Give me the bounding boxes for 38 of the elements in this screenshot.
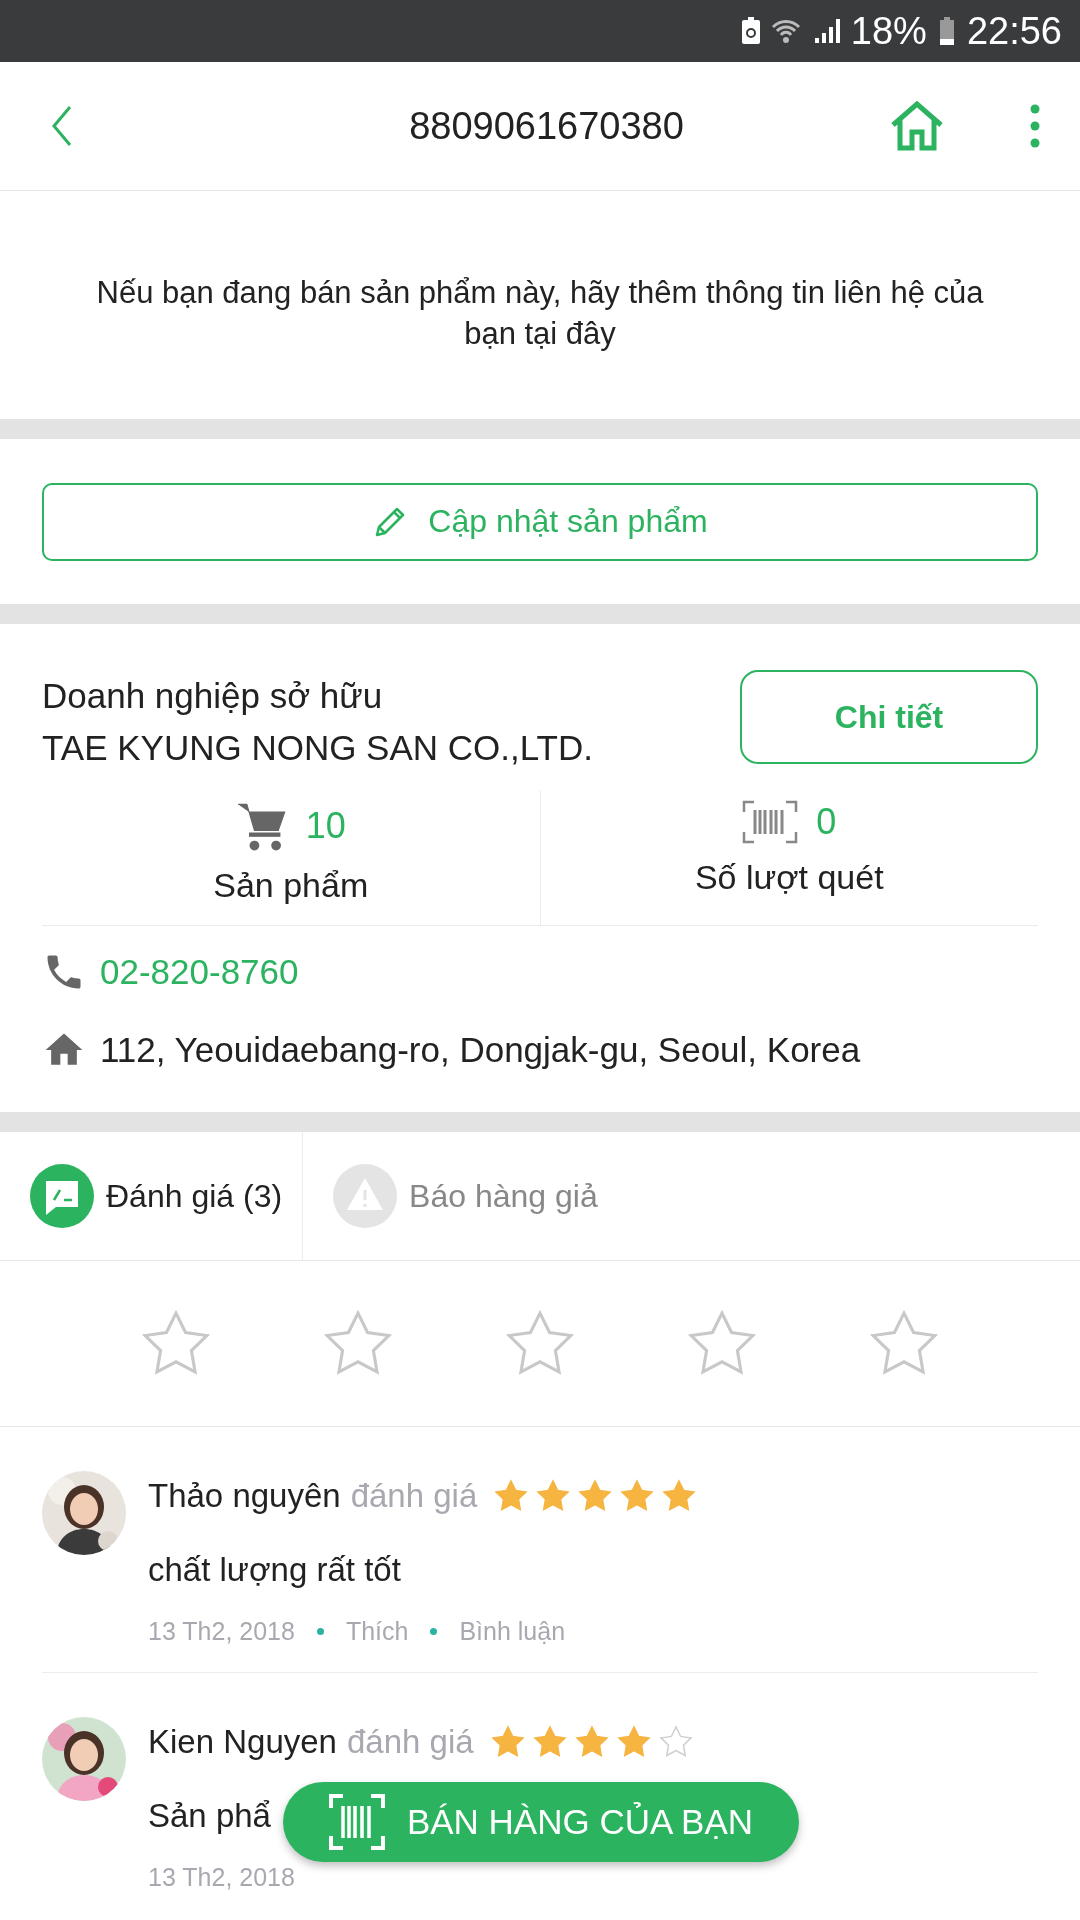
- clock: 22:56: [966, 9, 1062, 53]
- company-name: TAE KYUNG NONG SAN CO.,LTD.: [42, 728, 593, 768]
- update-product-button[interactable]: Cập nhật sản phẩm: [42, 482, 1038, 561]
- review-comment: chất lượng rất tốt: [148, 1551, 401, 1589]
- comment-link[interactable]: Bình luận: [459, 1617, 566, 1646]
- review-verb: đánh giá: [346, 1723, 474, 1761]
- barcode-icon: [328, 1794, 385, 1850]
- barcode-icon: [742, 800, 799, 844]
- stat-value: 0: [816, 801, 837, 843]
- more-icon[interactable]: [1030, 104, 1040, 148]
- dot-icon: [430, 1628, 438, 1635]
- address-text: 112, Yeouidaebang-ro, Dongjak-gu, Seoul, Korea: [100, 1030, 861, 1070]
- phone-link[interactable]: 02-820-8760: [100, 952, 299, 992]
- like-link[interactable]: Thích: [345, 1617, 409, 1646]
- review-date: 13 Th2, 2018: [148, 1863, 295, 1892]
- back-icon[interactable]: [50, 104, 74, 148]
- dot-icon: [316, 1628, 324, 1635]
- reviewer-name: Kien Nguyen: [148, 1723, 337, 1761]
- battery-saver-icon: [740, 17, 761, 45]
- stat-label: Số lượt quét: [694, 858, 884, 897]
- owner-label: Doanh nghiệp sở hữu: [42, 676, 384, 716]
- wifi-icon: [770, 17, 801, 45]
- battery-percent: 18%: [850, 9, 927, 53]
- detail-button[interactable]: Chi tiết: [740, 670, 1038, 764]
- review-verb: đánh giá: [350, 1477, 478, 1515]
- barcode-title: 8809061670380: [408, 104, 685, 148]
- review-comment: Sản phẩ: [148, 1797, 271, 1835]
- warning-icon: [333, 1164, 398, 1228]
- home-icon[interactable]: [889, 101, 945, 151]
- sell-button[interactable]: BÁN HÀNG CỦA BẠN: [283, 1782, 799, 1862]
- reviewer-name: Thảo nguyên: [148, 1477, 341, 1515]
- stat-value: 10: [305, 805, 346, 847]
- tab[interactable]: Báo hàng giả: [302, 1132, 618, 1260]
- review-icon: [30, 1164, 94, 1228]
- stat-label: Sản phẩm: [213, 866, 369, 905]
- notice-text: Nếu bạn đang bán sản phẩm này, hãy thêm thông tin liên hệ của bạn tại đây: [95, 274, 985, 353]
- review-date: 13 Th2, 2018: [148, 1617, 295, 1646]
- tab[interactable]: Đánh giá (3): [0, 1132, 303, 1260]
